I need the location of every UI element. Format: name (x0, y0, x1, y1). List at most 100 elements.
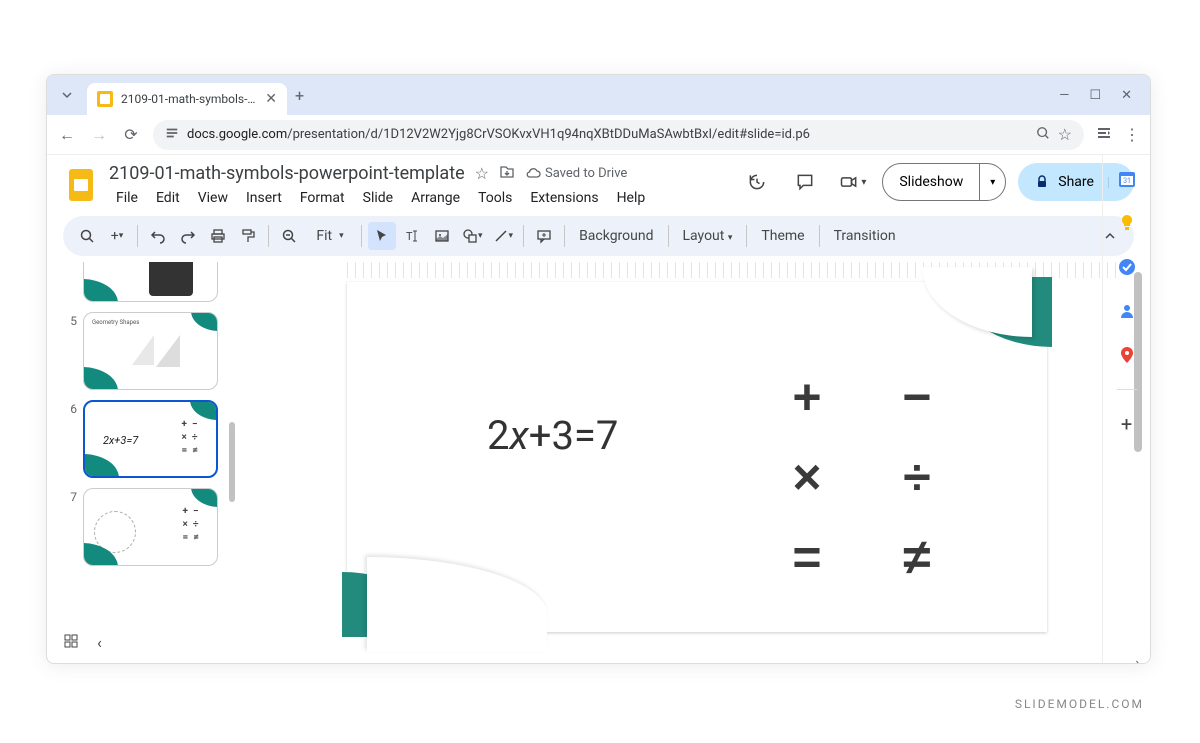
thumb-number: 6 (67, 400, 77, 478)
share-button[interactable]: Share (1018, 174, 1108, 190)
cloud-icon (525, 166, 541, 182)
history-button[interactable] (739, 164, 775, 200)
menu-extensions[interactable]: Extensions (523, 186, 605, 210)
equals-symbol[interactable]: = (767, 532, 847, 602)
tasks-icon[interactable] (1117, 257, 1137, 277)
browser-menu-icon[interactable]: ⋮ (1124, 125, 1140, 144)
star-button[interactable]: ☆ (475, 164, 489, 183)
close-window-button[interactable]: ✕ (1121, 88, 1132, 103)
calendar-icon[interactable]: 31 (1117, 169, 1137, 189)
forward-button[interactable]: → (89, 125, 109, 145)
work-area: 5 Geometry Shapes 6 2x+3=7 + −× ÷= ≠ (47, 262, 1150, 664)
slide-decoration-tr (922, 277, 1052, 367)
keep-icon[interactable] (1117, 213, 1137, 233)
line-tool[interactable]: ▾ (489, 222, 518, 250)
zoom-out-button[interactable] (275, 222, 303, 250)
document-title[interactable]: 2109-01-math-symbols-powerpoint-template (109, 163, 465, 184)
browser-window: 2109-01-math-symbols-powerp ✕ + — ☐ ✕ ← … (46, 74, 1151, 664)
reload-button[interactable]: ⟳ (121, 125, 141, 144)
multiply-symbol[interactable]: × (767, 452, 847, 522)
filmstrip[interactable]: 5 Geometry Shapes 6 2x+3=7 + −× ÷= ≠ (47, 262, 237, 664)
not-equals-symbol[interactable]: ≠ (877, 532, 957, 602)
menu-view[interactable]: View (191, 186, 235, 210)
zoom-level[interactable]: Fit ▾ (305, 222, 355, 250)
slideshow-button[interactable]: Slideshow (883, 164, 979, 200)
save-status[interactable]: Saved to Drive (525, 166, 627, 182)
math-symbols-grid[interactable]: + − × ÷ = ≠ (767, 372, 957, 602)
search-menus-button[interactable] (73, 222, 101, 250)
tab-title: 2109-01-math-symbols-powerp (121, 92, 257, 106)
meet-button[interactable]: ▾ (835, 164, 870, 200)
contacts-icon[interactable] (1117, 301, 1137, 321)
theme-button[interactable]: Theme (753, 228, 812, 244)
back-button[interactable]: ← (57, 125, 77, 145)
minimize-button[interactable]: — (1059, 88, 1069, 103)
prev-slide-arrow[interactable]: ‹ (97, 633, 102, 653)
slideshow-button-group: Slideshow ▾ (882, 163, 1006, 201)
background-button[interactable]: Background (571, 228, 661, 244)
side-panel: 31 + (1102, 155, 1150, 663)
divide-symbol[interactable]: ÷ (877, 452, 957, 522)
svg-text:T: T (406, 230, 413, 243)
tab-search-dropdown[interactable] (55, 83, 79, 107)
undo-button[interactable] (144, 222, 172, 250)
slide-decoration-bl (342, 517, 542, 637)
maps-icon[interactable] (1117, 345, 1137, 365)
slides-logo[interactable] (63, 167, 99, 203)
app-header: 2109-01-math-symbols-powerpoint-template… (47, 155, 1150, 210)
address-bar[interactable]: docs.google.com/presentation/d/1D12V2W2Y… (153, 120, 1084, 150)
new-slide-button[interactable]: + ▾ (103, 222, 131, 250)
comment-tool[interactable] (530, 222, 558, 250)
menu-tools[interactable]: Tools (471, 186, 519, 210)
bookmark-star-icon[interactable]: ☆ (1058, 125, 1072, 144)
slide-canvas[interactable]: 2x+3=7 + − × ÷ = ≠ (347, 282, 1047, 632)
menu-arrange[interactable]: Arrange (404, 186, 467, 210)
menu-bar: File Edit View Insert Format Slide Arran… (109, 186, 729, 210)
site-info-icon[interactable] (165, 125, 179, 144)
equation-text[interactable]: 2x+3=7 (487, 412, 618, 459)
menu-format[interactable]: Format (293, 186, 352, 210)
redo-button[interactable] (174, 222, 202, 250)
slide-thumbnail-6[interactable]: 2x+3=7 + −× ÷= ≠ (83, 400, 218, 478)
zoom-icon[interactable] (1036, 125, 1050, 144)
menu-slide[interactable]: Slide (356, 186, 400, 210)
grid-view-button[interactable] (63, 633, 79, 653)
image-tool[interactable] (428, 222, 456, 250)
menu-insert[interactable]: Insert (239, 186, 289, 210)
add-addon-button[interactable]: + (1117, 414, 1137, 434)
shape-tool[interactable]: ▾ (458, 222, 487, 250)
maximize-button[interactable]: ☐ (1089, 88, 1101, 103)
menu-file[interactable]: File (109, 186, 145, 210)
canvas-area: 2x+3=7 + − × ÷ = ≠ › (237, 262, 1150, 664)
select-tool[interactable] (368, 222, 396, 250)
thumb-number (67, 262, 77, 302)
plus-symbol[interactable]: + (767, 372, 847, 442)
menu-help[interactable]: Help (610, 186, 653, 210)
layout-button[interactable]: Layout ▾ (675, 228, 741, 244)
thumb-number: 7 (67, 488, 77, 566)
menu-edit[interactable]: Edit (149, 186, 187, 210)
watermark: SLIDEMODEL.COM (1015, 697, 1144, 711)
new-tab-button[interactable]: + (295, 86, 304, 105)
browser-tab-strip: 2109-01-math-symbols-powerp ✕ + — ☐ ✕ (47, 75, 1150, 115)
slide-thumbnail-4[interactable] (83, 262, 218, 302)
tab-close-button[interactable]: ✕ (265, 91, 277, 107)
side-panel-toggle[interactable] (1096, 125, 1112, 145)
lock-icon (1034, 174, 1050, 190)
slides-favicon (97, 91, 113, 107)
print-button[interactable] (204, 222, 232, 250)
textbox-tool[interactable]: T (398, 222, 426, 250)
url-text: docs.google.com/presentation/d/1D12V2W2Y… (187, 127, 1028, 142)
browser-tab[interactable]: 2109-01-math-symbols-powerp ✕ (87, 83, 287, 115)
slideshow-dropdown[interactable]: ▾ (979, 164, 1005, 200)
move-button[interactable] (499, 164, 515, 184)
slide-thumbnail-5[interactable]: Geometry Shapes (83, 312, 218, 390)
transition-button[interactable]: Transition (826, 228, 904, 244)
filmstrip-scrollbar[interactable] (229, 422, 235, 502)
comments-button[interactable] (787, 164, 823, 200)
toolbar: + ▾ Fit ▾ T ▾ ▾ Background Layout ▾ Them… (63, 216, 1134, 256)
paint-format-button[interactable] (234, 222, 262, 250)
slide-thumbnail-7[interactable]: + −× ÷= ≠ (83, 488, 218, 566)
thumb-number: 5 (67, 312, 77, 390)
minus-symbol[interactable]: − (877, 372, 957, 442)
